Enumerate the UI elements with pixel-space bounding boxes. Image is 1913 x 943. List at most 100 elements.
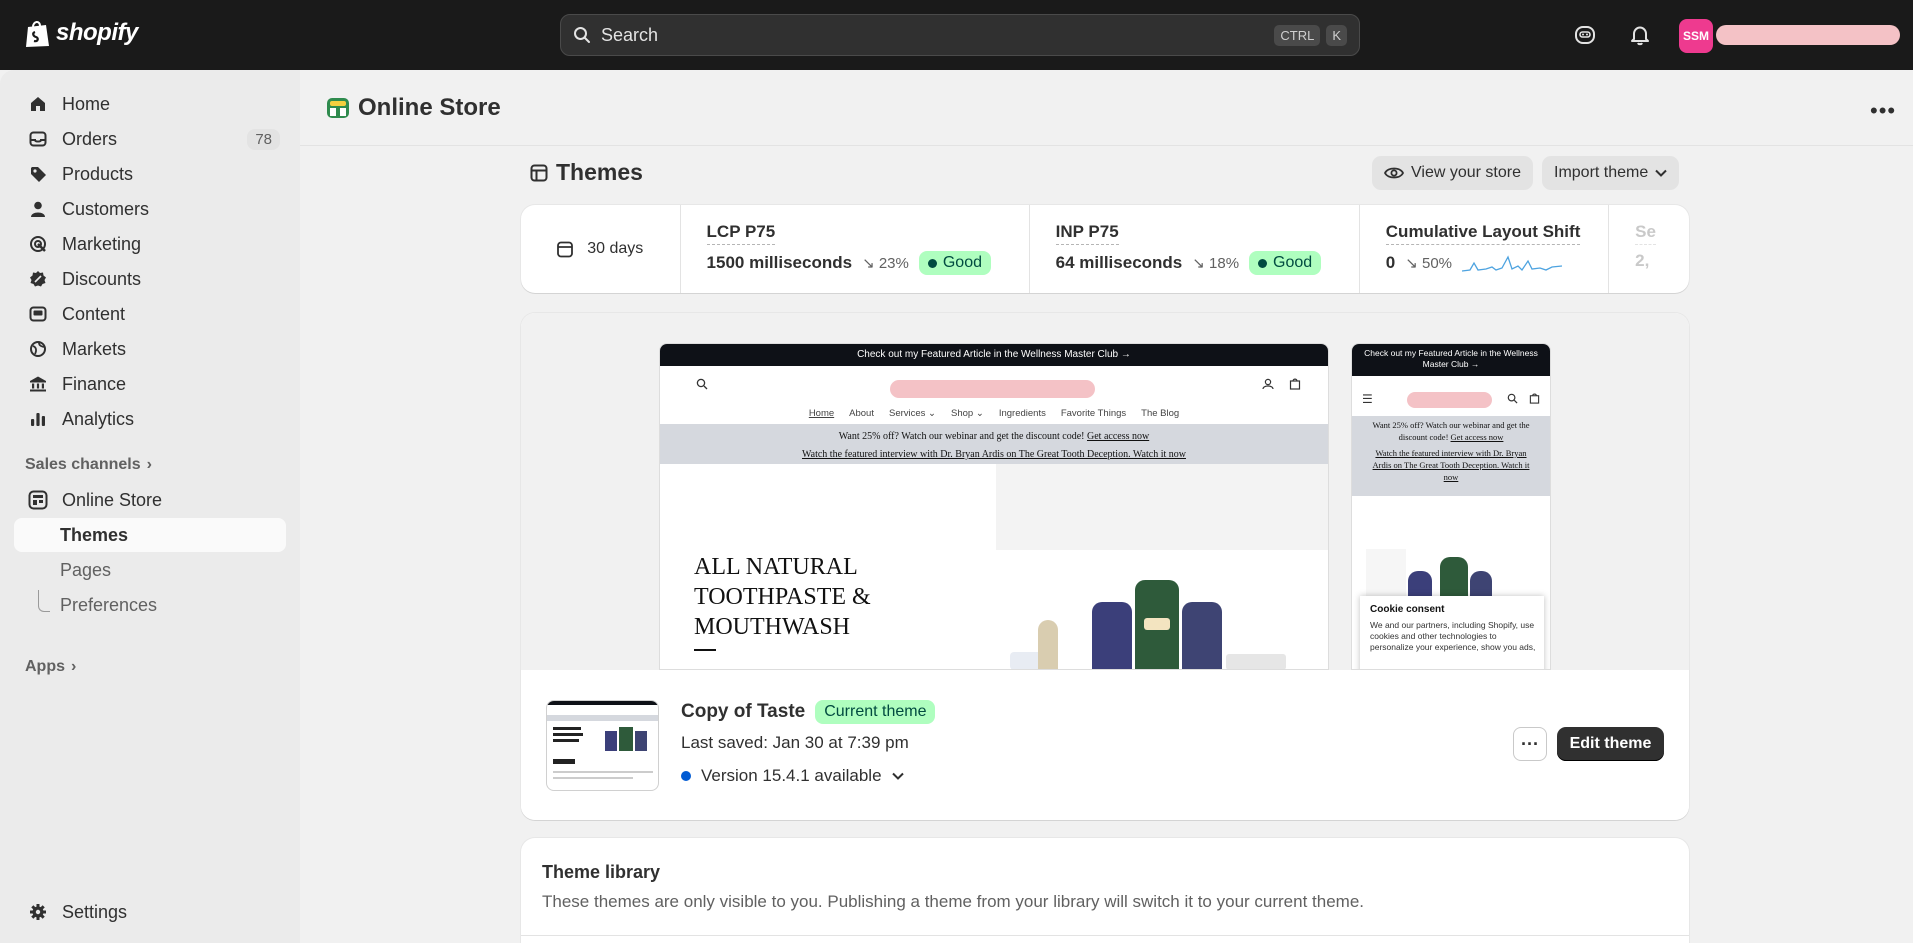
sidebar-item-products[interactable]: Products [14,157,286,191]
last-saved-text: Last saved: Jan 30 at 7:39 pm [681,733,909,752]
version-text: Version 15.4.1 available [701,766,882,785]
metric-value: 0 [1385,253,1396,272]
web-performance-metrics: 30 days LCP P75 1500 milliseconds ↘ 23% … [521,205,1689,293]
shopify-logo[interactable]: shopify [24,18,138,48]
themes-heading: Themes [530,159,643,186]
preview-nav-link: About [849,407,874,419]
sidebar-item-label: Preferences [60,594,158,615]
apps-label: Apps [25,658,65,675]
preview-account-icon [1262,378,1274,390]
preview-announcement: Check out my Featured Article in the Wel… [660,344,1328,366]
preview-nav-link: Ingredients [998,407,1046,419]
search-input[interactable] [601,24,1269,46]
metric-lcp[interactable]: LCP P75 1500 milliseconds ↘ 23% Good [681,205,1030,293]
sales-channels-heading[interactable]: Sales channels › [25,456,152,474]
sidebar-item-label: Pages [60,559,112,580]
sidebar-item-label: Finance [62,373,127,394]
cookie-consent-banner: Cookie consent We and our partners, incl… [1360,596,1544,669]
apps-heading[interactable]: Apps › [25,658,76,676]
ellipsis-icon: ··· [1521,733,1539,754]
metric-inp[interactable]: INP P75 64 milliseconds ↘ 18% Good [1030,205,1360,293]
more-actions-icon[interactable]: ••• [1870,98,1896,124]
chevron-down-icon [891,772,904,780]
status-label: Good [1273,254,1313,271]
sidebar-item-label: Home [62,93,111,114]
preview-header [660,366,1328,402]
avatar[interactable]: SSM [1679,19,1713,53]
sidebar-item-markets[interactable]: Markets [14,332,286,366]
sidebar-item-label: Marketing [62,233,142,254]
date-range-selector[interactable]: 30 days [521,205,681,293]
metric-cls[interactable]: Cumulative Layout Shift 0 ↘ 50% [1360,205,1610,293]
metric-value: 2, [1635,251,1650,270]
theme-actions-button[interactable]: ··· [1513,727,1547,761]
sidebar-item-finance[interactable]: Finance [14,367,286,401]
sidebar-item-online-store[interactable]: Online Store [14,483,286,517]
preview-promo-line: Watch the featured interview with Dr. Br… [802,449,1186,460]
sidebar-item-label: Analytics [62,408,135,429]
sidebar-item-label: Themes [60,524,129,545]
chevron-right-icon: › [146,456,152,473]
status-dot [927,258,937,268]
metric-value: 64 milliseconds [1055,253,1183,272]
metric-label: LCP P75 [706,222,776,245]
sidekick-icon[interactable] [1574,24,1596,46]
cookie-title: Cookie consent [1370,604,1445,615]
bell-icon[interactable] [1629,24,1651,46]
theme-name: Copy of Taste Current theme [681,700,936,724]
shortcut-k-key: K [1326,24,1347,46]
theme-preview[interactable]: Check out my Featured Article in the Wel… [521,313,1689,670]
preview-cart-icon [1289,378,1301,390]
sidebar-item-content[interactable]: Content [14,297,286,331]
bank-icon [28,374,48,394]
view-store-button[interactable]: View your store [1372,156,1533,190]
search-icon [574,27,590,43]
sidebar-item-marketing[interactable]: Marketing [14,227,286,261]
preview-promo-line: Watch the featured interview with Dr. Br… [1372,448,1530,482]
metric-label: Se [1635,222,1656,245]
tag-icon [28,164,48,184]
sidebar-item-analytics[interactable]: Analytics [14,402,286,436]
preview-nav-link: Services ⌄ [888,407,937,419]
page-title: Online Store [326,94,501,122]
store-name-redacted[interactable] [1716,25,1900,45]
hero-heading-line: ALL NATURAL [694,554,858,580]
metric-partial[interactable]: Se 2, [1609,205,1689,293]
current-theme-badge: Current theme [815,700,936,724]
calendar-icon [557,241,574,258]
theme-thumbnail[interactable] [546,700,659,791]
sparkline [1462,255,1563,272]
search-bar[interactable]: CTRL K [560,14,1360,56]
chevron-down-icon [1655,169,1667,177]
metric-change: ↘ 18% [1192,255,1240,272]
metric-change-value: 50% [1422,255,1453,272]
sidebar-item-preferences[interactable]: Preferences [14,588,286,622]
store-logo-redacted [890,380,1095,398]
preview-nav-link: Home [808,407,835,419]
hero-heading-line: TOOTHPASTE & [694,584,871,610]
version-dropdown[interactable]: Version 15.4.1 available [681,766,904,786]
sidebar-item-discounts[interactable]: Discounts [14,262,286,296]
shortcut-ctrl-key: CTRL [1274,24,1321,46]
mobile-preview-promo: Want 25% off? Watch our webinar and get … [1352,416,1550,496]
preview-hero-image-bg [996,464,1328,550]
sidebar-item-pages[interactable]: Pages [14,553,286,587]
date-range-label: 30 days [587,240,644,257]
page-header [300,70,1913,146]
sidebar-item-home[interactable]: Home [14,87,286,121]
mobile-preview: Check out my Featured Article in the Wel… [1351,343,1551,670]
preview-hero-heading: ALL NATURAL TOOTHPASTE & MOUTHWASH [694,552,871,642]
sidebar-item-themes[interactable]: Themes [14,518,286,552]
import-theme-label: Import theme [1554,164,1649,181]
theme-library-description: These themes are only visible to you. Pu… [542,892,1365,911]
sidebar-item-orders[interactable]: Orders 78 [14,122,286,156]
metric-label: Cumulative Layout Shift [1385,222,1581,245]
import-theme-button[interactable]: Import theme [1542,156,1680,190]
eye-icon [1384,167,1404,179]
logo-text: shopify [56,19,138,46]
preview-nav-link: Shop ⌄ [951,407,984,419]
status-label: Good [942,254,982,271]
sidebar-item-customers[interactable]: Customers [14,192,286,226]
sidebar-item-settings[interactable]: Settings [14,895,286,929]
edit-theme-button[interactable]: Edit theme [1557,727,1664,761]
